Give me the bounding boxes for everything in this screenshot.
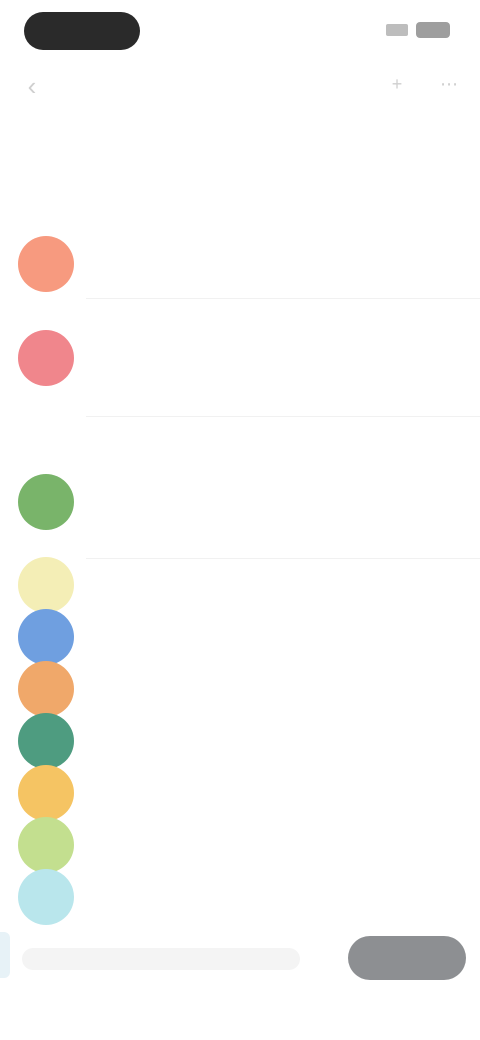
list-item[interactable] xyxy=(0,326,480,410)
list-item[interactable] xyxy=(0,661,480,717)
avatar xyxy=(18,765,74,821)
primary-button[interactable] xyxy=(348,936,466,980)
nav-bar: ‹ + ⋯ xyxy=(0,60,480,112)
add-icon[interactable]: + xyxy=(384,74,410,96)
list-item[interactable] xyxy=(0,817,480,873)
list-item[interactable] xyxy=(0,765,480,821)
status-pill xyxy=(24,12,140,50)
avatar xyxy=(18,661,74,717)
avatar xyxy=(18,817,74,873)
nav-actions: + ⋯ xyxy=(384,74,462,96)
avatar xyxy=(18,474,74,530)
divider xyxy=(86,416,480,417)
back-arrow-icon[interactable]: ‹ xyxy=(18,72,46,100)
list-item[interactable] xyxy=(0,470,480,554)
list-item[interactable] xyxy=(0,557,480,613)
list-item[interactable] xyxy=(0,713,480,769)
bottom-bar xyxy=(0,926,480,996)
avatar xyxy=(18,557,74,613)
edge-indicator xyxy=(0,932,10,978)
divider xyxy=(86,558,480,559)
list-item[interactable] xyxy=(0,869,480,925)
more-icon[interactable]: ⋯ xyxy=(436,74,462,96)
status-indicators xyxy=(386,22,450,38)
status-bar xyxy=(0,0,480,64)
divider xyxy=(86,298,480,299)
avatar xyxy=(18,330,74,386)
signal-icon xyxy=(386,24,408,36)
bottom-input[interactable] xyxy=(22,948,300,970)
avatar xyxy=(18,713,74,769)
list-item[interactable] xyxy=(0,609,480,665)
avatar xyxy=(18,869,74,925)
battery-icon xyxy=(416,22,450,38)
avatar xyxy=(18,236,74,292)
list-item[interactable] xyxy=(0,232,480,294)
avatar xyxy=(18,609,74,665)
